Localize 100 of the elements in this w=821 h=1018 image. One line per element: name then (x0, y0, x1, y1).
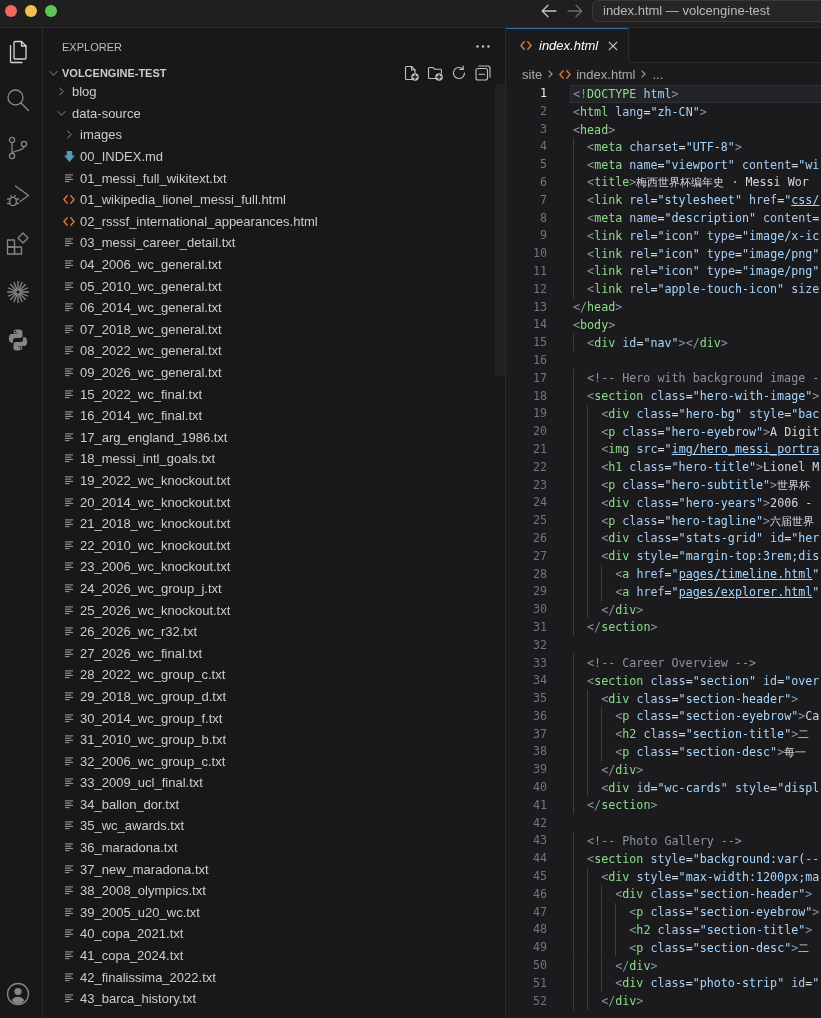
line-number: 19 (532, 405, 547, 423)
file-item[interactable]: 01_wikipedia_lionel_messi_full.html (61, 191, 286, 208)
line-number: 23 (532, 476, 547, 494)
line-number: 17 (532, 369, 547, 387)
file-item[interactable]: 22_2010_wc_knockout.txt (61, 537, 231, 554)
file-item[interactable]: 07_2018_wc_general.txt (61, 321, 222, 338)
file-item[interactable]: 29_2018_wc_group_d.txt (61, 688, 226, 705)
file-item[interactable]: 15_2022_wc_final.txt (61, 386, 203, 403)
code-line: <!-- Photo Gallery --> (573, 832, 742, 850)
sidebar-title: EXPLORER (62, 40, 122, 53)
file-link[interactable]: css/ (791, 193, 820, 208)
branch-icon[interactable] (6, 136, 30, 160)
code-line: <p class="hero-tagline">六届世界 (573, 512, 815, 530)
new-folder-icon[interactable] (427, 65, 443, 81)
code-line: <p class="hero-eyebrow">A Digit (573, 423, 820, 441)
breadcrumb-item[interactable]: site (522, 66, 543, 82)
file-item[interactable]: 35_wc_awards.txt (61, 818, 185, 834)
folder-section-header[interactable]: VOLCENGINE-TEST (45, 65, 167, 81)
file-item[interactable]: 19_2022_wc_knockout.txt (61, 472, 231, 489)
file-item[interactable]: 06_2014_wc_general.txt (61, 299, 222, 316)
play-bug-icon[interactable] (6, 184, 30, 208)
file-item[interactable]: 17_arg_england_1986.txt (61, 429, 228, 446)
line-number: 40 (532, 779, 547, 797)
folder-item[interactable]: images (61, 127, 122, 143)
close-icon[interactable] (608, 40, 619, 51)
account-icon[interactable] (6, 982, 30, 1006)
file-item[interactable]: 33_2009_ucl_final.txt (61, 774, 203, 791)
file-item[interactable]: 18_messi_intl_goals.txt (61, 450, 216, 467)
editor-tab[interactable]: index.html (506, 28, 630, 63)
file-item[interactable]: 40_copa_2021.txt (61, 925, 184, 942)
file-item[interactable]: 28_2022_wc_group_c.txt (61, 666, 226, 683)
file-item[interactable]: 27_2026_wc_final.txt (61, 645, 203, 662)
file-item[interactable]: 23_2006_wc_knockout.txt (61, 558, 231, 575)
search-icon[interactable] (6, 88, 30, 112)
file-item[interactable]: 39_2005_u20_wc.txt (61, 904, 200, 921)
file-item[interactable]: 02_rsssf_international_appearances.html (61, 213, 318, 230)
code-line: </div> (573, 761, 644, 779)
file-item[interactable]: 41_copa_2024.txt (61, 947, 184, 964)
code-line: <section class="hero-with-image"> (573, 388, 820, 405)
file-item[interactable]: 20_2014_wc_knockout.txt (61, 494, 231, 511)
file-item[interactable]: 42_finalissima_2022.txt (61, 969, 216, 986)
folder-item[interactable]: blog (53, 83, 97, 100)
line-number: 35 (532, 690, 547, 708)
file-item[interactable]: 01_messi_full_wikitext.txt (61, 170, 227, 187)
line-number: 2 (539, 102, 547, 120)
line-number: 49 (532, 939, 547, 957)
line-number: 42 (532, 814, 547, 832)
file-link[interactable]: pages/explorer.html (678, 584, 813, 599)
sparkle-icon[interactable] (6, 280, 30, 304)
file-item[interactable]: 25_2026_wc_knockout.txt (61, 602, 231, 619)
lines-icon (64, 324, 74, 334)
file-item[interactable]: 16_2014_wc_final.txt (61, 407, 203, 424)
file-item[interactable]: 05_2010_wc_general.txt (61, 278, 222, 295)
code-line: </section> (573, 797, 658, 815)
file-item[interactable]: 38_2008_olympics.txt (61, 882, 206, 899)
lines-icon (64, 778, 74, 788)
lines-icon (64, 476, 74, 485)
code-line: </div> (573, 993, 644, 1010)
file-item[interactable]: 08_2022_wc_general.txt (61, 342, 222, 359)
breadcrumb-item[interactable]: index.html (559, 66, 636, 82)
python-icon[interactable] (6, 328, 30, 352)
line-number: 8 (539, 209, 547, 227)
new-file-icon[interactable] (403, 65, 419, 81)
code-line: <div id="nav"></div> (573, 334, 728, 352)
file-link[interactable]: img/hero_messi_portra (671, 442, 820, 457)
file-item[interactable]: 43_barca_history.txt (61, 990, 197, 1007)
file-item[interactable]: 30_2014_wc_group_f.txt (61, 710, 223, 726)
file-item[interactable]: 36_maradona.txt (61, 839, 178, 856)
file-link[interactable]: pages/timeline.html (678, 567, 813, 581)
code-line: <html lang="zh-CN"> (573, 103, 707, 120)
command-center[interactable]: index.html — volcengine-test (592, 0, 821, 22)
file-item[interactable]: 03_messi_career_detail.txt (61, 234, 236, 251)
back-arrow-icon[interactable] (541, 4, 557, 18)
blocks-icon[interactable] (6, 232, 30, 256)
file-item[interactable]: 37_new_maradona.txt (61, 861, 209, 878)
more-icon[interactable] (476, 45, 490, 48)
lines-icon (64, 432, 74, 442)
lines-icon (64, 864, 74, 874)
folder-item[interactable]: data-source (53, 105, 141, 122)
file-item[interactable]: 34_ballon_dor.txt (61, 796, 180, 813)
code-line: <section class="section" id="over (573, 672, 820, 690)
window-zoom-button[interactable] (45, 5, 57, 17)
file-item[interactable]: 00_INDEX.md (61, 148, 164, 165)
code-line: <!-- Hero with background image - (573, 370, 820, 388)
file-item[interactable]: 24_2026_wc_group_j.txt (61, 580, 222, 597)
window-close-button[interactable] (5, 5, 17, 17)
file-item[interactable]: 31_2010_wc_group_b.txt (61, 731, 226, 748)
refresh-icon[interactable] (451, 65, 467, 81)
file-item[interactable]: 21_2018_wc_knockout.txt (61, 515, 231, 532)
line-number: 24 (532, 494, 547, 512)
window-minimize-button[interactable] (25, 5, 37, 17)
breadcrumb-item[interactable]: ... (652, 66, 664, 82)
line-number: 7 (539, 191, 547, 209)
angle-brackets-icon (63, 195, 75, 205)
line-number: 12 (532, 280, 547, 298)
file-item[interactable]: 04_2006_wc_general.txt (61, 256, 222, 273)
file-item[interactable]: 32_2006_wc_group_c.txt (61, 753, 226, 770)
collapse-all-icon[interactable] (475, 65, 491, 81)
file-item[interactable]: 26_2026_wc_r32.txt (61, 623, 198, 640)
file-item[interactable]: 09_2026_wc_general.txt (61, 364, 222, 381)
